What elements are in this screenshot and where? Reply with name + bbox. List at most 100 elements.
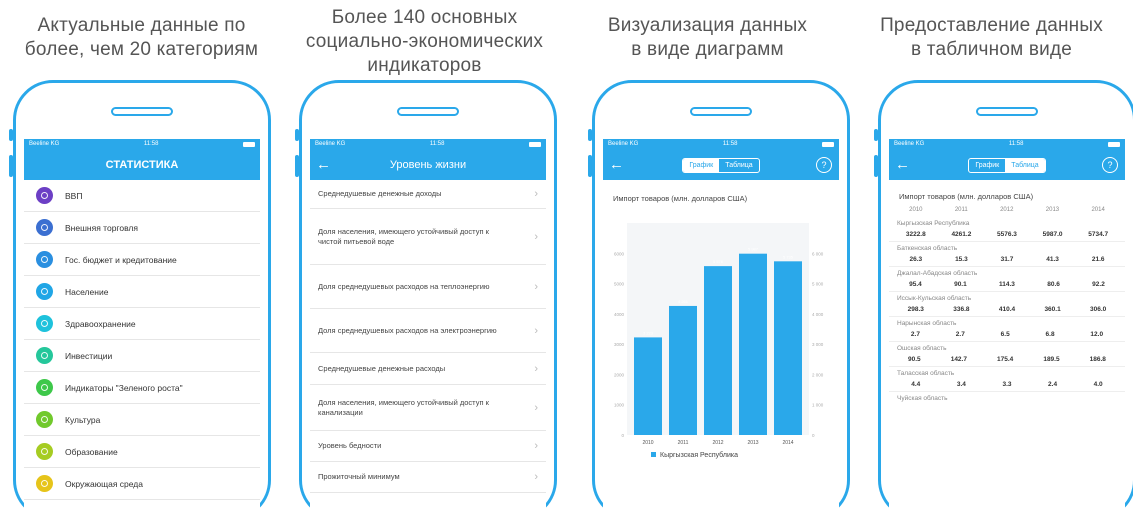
back-arrow-icon[interactable]: ← — [316, 156, 331, 173]
bar — [634, 337, 662, 435]
category-label: Внешняя торговля — [65, 222, 138, 233]
table-cell: 186.8 — [1089, 356, 1106, 363]
table-cell: 189.5 — [1043, 356, 1060, 363]
category-item[interactable]: Внешняя торговля — [24, 212, 260, 244]
indicator-item[interactable]: Доля среднедушевых расходов на теплоэнер… — [310, 265, 546, 309]
category-item[interactable]: Культура — [24, 404, 260, 436]
region-label: Иссык-Кульская область — [897, 295, 972, 302]
tab-chart[interactable]: График — [969, 159, 1005, 172]
bar — [774, 261, 802, 435]
chevron-right-icon: › — [534, 471, 538, 483]
view-toggle: График Таблица — [682, 157, 760, 173]
y-tick-label: 3000 — [614, 342, 625, 347]
table-cell: 41.3 — [1046, 256, 1059, 263]
help-icon[interactable]: ? — [816, 157, 832, 173]
panel-categories: Актуальные данные по более, чем 20 катег… — [0, 0, 283, 529]
indicator-item[interactable]: Среднедушевые денежные доходы › — [310, 180, 546, 209]
category-item[interactable]: Образование — [24, 436, 260, 468]
status-bar: Beeline KG 11:58 — [24, 139, 260, 150]
indicator-item[interactable]: Доля среднедушевых расходов на электроэн… — [310, 309, 546, 353]
x-tick-label: 2014 — [782, 440, 793, 446]
page-title: Уровень жизни — [389, 159, 467, 171]
table-cell: 4261.2 — [951, 231, 972, 238]
back-arrow-icon[interactable]: ← — [895, 156, 910, 173]
table-cell: 114.3 — [999, 281, 1015, 288]
table-cell: 21.6 — [1091, 256, 1105, 263]
tab-chart[interactable]: График — [683, 158, 720, 172]
bar — [704, 266, 732, 435]
back-arrow-icon[interactable]: ← — [609, 156, 624, 173]
nav-bar: ← Уровень жизни — [310, 150, 546, 180]
nav-bar: СТАТИСТИКА — [24, 150, 260, 180]
caption-table: Предоставление данных в табличном виде — [880, 15, 1103, 60]
x-tick-label: 2010 — [642, 440, 653, 446]
table-cell: 12.0 — [1090, 331, 1104, 338]
y-tick-label: 1000 — [614, 403, 625, 408]
indicator-item[interactable]: Прожиточный минимум › — [310, 462, 546, 493]
page-title: СТАТИСТИКА — [105, 159, 179, 171]
table-cell: 298.3 — [907, 306, 924, 313]
region-label: Чуйская область — [897, 395, 948, 402]
table-cell: 360.1 — [1044, 306, 1061, 313]
year-header: 2010 — [909, 207, 923, 213]
indicator-list: Среднедушевые денежные доходы › Доля насел… — [310, 180, 546, 493]
bar-value-label: 3 223 — [643, 330, 654, 335]
status-bar: Beeline KG 11:58 — [889, 139, 1125, 150]
table-cell: 4.4 — [911, 381, 921, 388]
battery-icon — [1108, 142, 1120, 147]
bar — [669, 305, 697, 435]
category-list: ВВП Внешняя торговля Гос. бюджет и кредито… — [24, 180, 260, 500]
indicator-label: Среднедушевые денежные расходы — [318, 363, 446, 373]
region-label: Джалал-Абадская область — [897, 270, 978, 277]
table-cell: 95.4 — [909, 281, 922, 288]
tab-table[interactable]: Таблица — [1005, 158, 1045, 172]
category-item[interactable]: Гос. бюджет и кредитование — [24, 244, 260, 276]
category-item[interactable]: Здравоохранение — [24, 308, 260, 340]
tab-table[interactable]: Таблица — [719, 159, 758, 172]
category-icon — [36, 475, 53, 492]
category-label: Население — [65, 286, 109, 297]
table-cell: 6.5 — [1000, 331, 1010, 338]
indicator-item[interactable]: Доля населения, имеющего устойчивый дост… — [310, 385, 546, 431]
bar-value-label: 5 987 — [748, 247, 759, 252]
category-item[interactable]: Окружающая среда — [24, 468, 260, 500]
category-icon — [36, 347, 53, 364]
caption-indicators: Более 140 основных социально-экономическ… — [305, 7, 544, 76]
chevron-right-icon: › — [534, 188, 538, 200]
category-icon — [36, 315, 53, 332]
caption-categories: Актуальные данные по более, чем 20 катег… — [24, 15, 259, 60]
status-bar: Beeline KG 11:58 — [310, 139, 546, 150]
chevron-right-icon: › — [534, 362, 538, 375]
screen-chart: Beeline KG 11:58 ← График Таблица ? Импо… — [603, 139, 839, 529]
region-label: Баткенская область — [897, 245, 958, 252]
y-tick-label: 5000 — [614, 282, 625, 287]
indicator-item[interactable]: Среднедушевые денежные расходы › — [310, 353, 546, 385]
year-header: 2012 — [1000, 207, 1014, 213]
category-icon — [36, 251, 53, 268]
table-cell: 410.4 — [998, 306, 1016, 313]
category-item[interactable]: Население — [24, 276, 260, 308]
bar-value-label: 5 576 — [713, 259, 724, 264]
year-header: 2013 — [1045, 207, 1060, 213]
indicator-item[interactable]: Доля населения, имеющего устойчивый дост… — [310, 209, 546, 265]
table-row: 3222.8 4261.2 5576.3 5987.0 5734.7 — [889, 229, 1125, 242]
phone-speaker — [111, 107, 173, 116]
category-item[interactable]: Инвестиции — [24, 340, 260, 372]
view-toggle: График Таблица — [968, 157, 1046, 173]
year-header: 2014 — [1091, 207, 1105, 213]
table-cell: 80.6 — [1047, 281, 1060, 288]
category-icon — [36, 219, 53, 236]
indicator-item[interactable]: Уровень бедности › — [310, 431, 546, 462]
help-icon[interactable]: ? — [1102, 157, 1118, 173]
data-table: Кыргызская Республика 3222.8 4261.2 5576.3 5… — [889, 217, 1125, 404]
table-cell: 2.7 — [910, 331, 920, 338]
table-cell: 142.7 — [950, 356, 967, 363]
table-cell: 175.4 — [997, 356, 1014, 363]
category-label: Здравоохранение — [65, 318, 136, 329]
table-cell: 5576.3 — [997, 231, 1017, 238]
category-item[interactable]: ВВП — [24, 180, 260, 212]
phone-frame: Beeline KG 11:58 ← График Таблица ? Импо… — [588, 80, 850, 529]
bar-value-label: 5 735 — [783, 254, 794, 259]
category-item[interactable]: Индикаторы "Зеленого роста" — [24, 372, 260, 404]
phone-frame: Beeline KG 11:58 СТАТИСТИКА ВВП Внешняя т… — [9, 80, 271, 529]
